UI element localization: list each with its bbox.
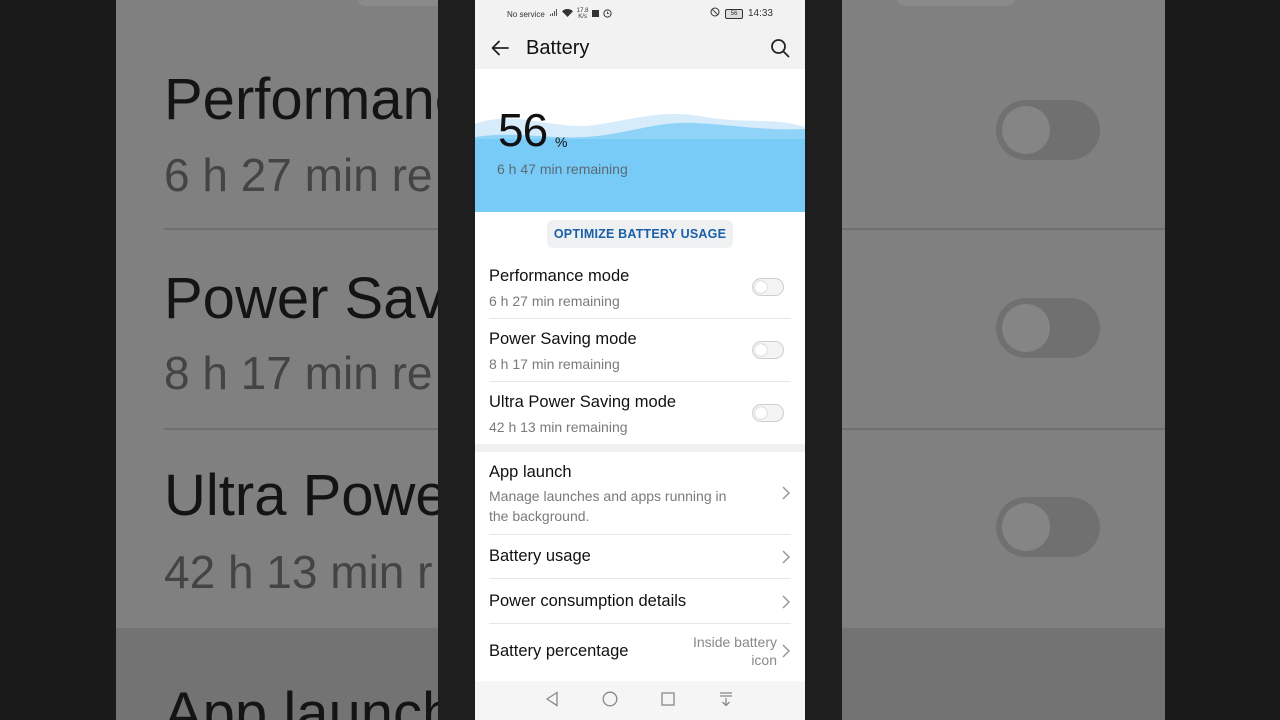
battery-remaining: 6 h 47 min remaining	[497, 161, 628, 177]
percent-sign: %	[555, 134, 568, 150]
back-triangle-icon[interactable]	[545, 691, 559, 707]
chevron-right-icon	[782, 644, 791, 658]
bg-row-subtitle: 6 h 27 min re	[164, 149, 433, 201]
mode-title: Power Saving mode	[489, 330, 637, 348]
wifi-icon	[561, 9, 573, 19]
power-saving-mode-toggle[interactable]	[752, 341, 784, 359]
app-bar: Battery	[475, 26, 805, 69]
value-line: Inside battery	[692, 634, 777, 650]
battery-percent: 56	[498, 104, 548, 156]
settings-item-power-consumption-details[interactable]: Power consumption details	[489, 579, 791, 624]
recents-square-icon[interactable]	[661, 691, 675, 707]
no-signal-icon	[549, 9, 558, 19]
setting-title: Battery usage	[489, 547, 591, 565]
setting-title: App launch	[489, 463, 572, 481]
phone-shadow-left	[438, 0, 475, 720]
optimize-battery-button[interactable]: OPTIMIZE BATTERY USAGE	[547, 220, 733, 248]
settings-item-battery-percentage[interactable]: Battery percentage Inside battery icon	[489, 624, 791, 681]
battery-percentage-value: Inside battery icon	[657, 633, 777, 669]
status-bar: No service 17.8 K/s 56 14:33	[475, 0, 805, 26]
setting-title: Power consumption details	[489, 592, 687, 610]
status-right: 56 14:33	[710, 7, 773, 20]
phone-screen: No service 17.8 K/s 56 14:33 Battery 56 …	[475, 0, 805, 720]
setting-subtitle: the background.	[489, 508, 590, 524]
mode-subtitle: 42 h 13 min remaining	[489, 419, 628, 435]
chevron-right-icon	[782, 595, 791, 609]
clock: 14:33	[747, 8, 773, 19]
bg-row-subtitle: 8 h 17 min re	[164, 347, 433, 399]
settings-item-battery-usage[interactable]: Battery usage	[489, 535, 791, 579]
bg-toggle	[996, 100, 1100, 160]
performance-mode-toggle[interactable]	[752, 278, 784, 296]
bg-row-title: Power Savi	[164, 266, 458, 331]
do-not-disturb-icon	[710, 7, 720, 20]
carrier-label: No service	[507, 9, 545, 19]
bg-row-title: Ultra Powe	[164, 463, 448, 528]
settings-item-app-launch[interactable]: App launch Manage launches and apps runn…	[489, 452, 791, 535]
battery-level-panel: 56 % 6 h 47 min remaining	[475, 69, 805, 212]
battery-icon: 56	[724, 8, 743, 19]
letterbox-left	[0, 0, 116, 720]
mode-subtitle: 8 h 17 min remaining	[489, 356, 620, 372]
bg-decoration	[896, 0, 1016, 6]
mode-title: Performance mode	[489, 267, 630, 285]
notification-pulldown-icon[interactable]	[719, 691, 733, 707]
chevron-right-icon	[782, 550, 791, 564]
notification-square-icon	[592, 9, 600, 19]
value-line: icon	[751, 652, 777, 668]
setting-subtitle: Manage launches and apps running in	[489, 488, 727, 504]
mode-row-power-saving[interactable]: Power Saving mode 8 h 17 min remaining	[489, 319, 791, 382]
bg-row-title: Performanc	[164, 67, 464, 132]
section-separator	[475, 444, 805, 452]
bg-row-title: App launch	[164, 681, 455, 720]
bg-row-subtitle: 42 h 13 min r	[164, 546, 433, 598]
mode-title: Ultra Power Saving mode	[489, 393, 677, 411]
speed-unit: K/s	[578, 14, 587, 20]
mode-row-performance[interactable]: Performance mode 6 h 27 min remaining	[489, 255, 791, 319]
status-left: No service 17.8 K/s	[507, 8, 613, 20]
network-speed: 17.8 K/s	[577, 8, 589, 20]
mode-row-ultra-power-saving[interactable]: Ultra Power Saving mode 42 h 13 min rema…	[489, 382, 791, 444]
letterbox-right	[1165, 0, 1280, 720]
ultra-power-saving-mode-toggle[interactable]	[752, 404, 784, 422]
back-arrow-icon[interactable]	[489, 37, 511, 59]
bg-toggle	[996, 298, 1100, 358]
alarm-icon	[603, 8, 613, 20]
page-title: Battery	[526, 37, 590, 59]
phone-shadow-right	[805, 0, 842, 720]
setting-title: Battery percentage	[489, 642, 629, 660]
home-circle-icon[interactable]	[602, 691, 618, 707]
bg-toggle	[996, 497, 1100, 557]
mode-subtitle: 6 h 27 min remaining	[489, 293, 620, 309]
system-nav-bar	[475, 681, 805, 720]
search-icon[interactable]	[769, 37, 791, 59]
chevron-right-icon	[782, 486, 791, 500]
